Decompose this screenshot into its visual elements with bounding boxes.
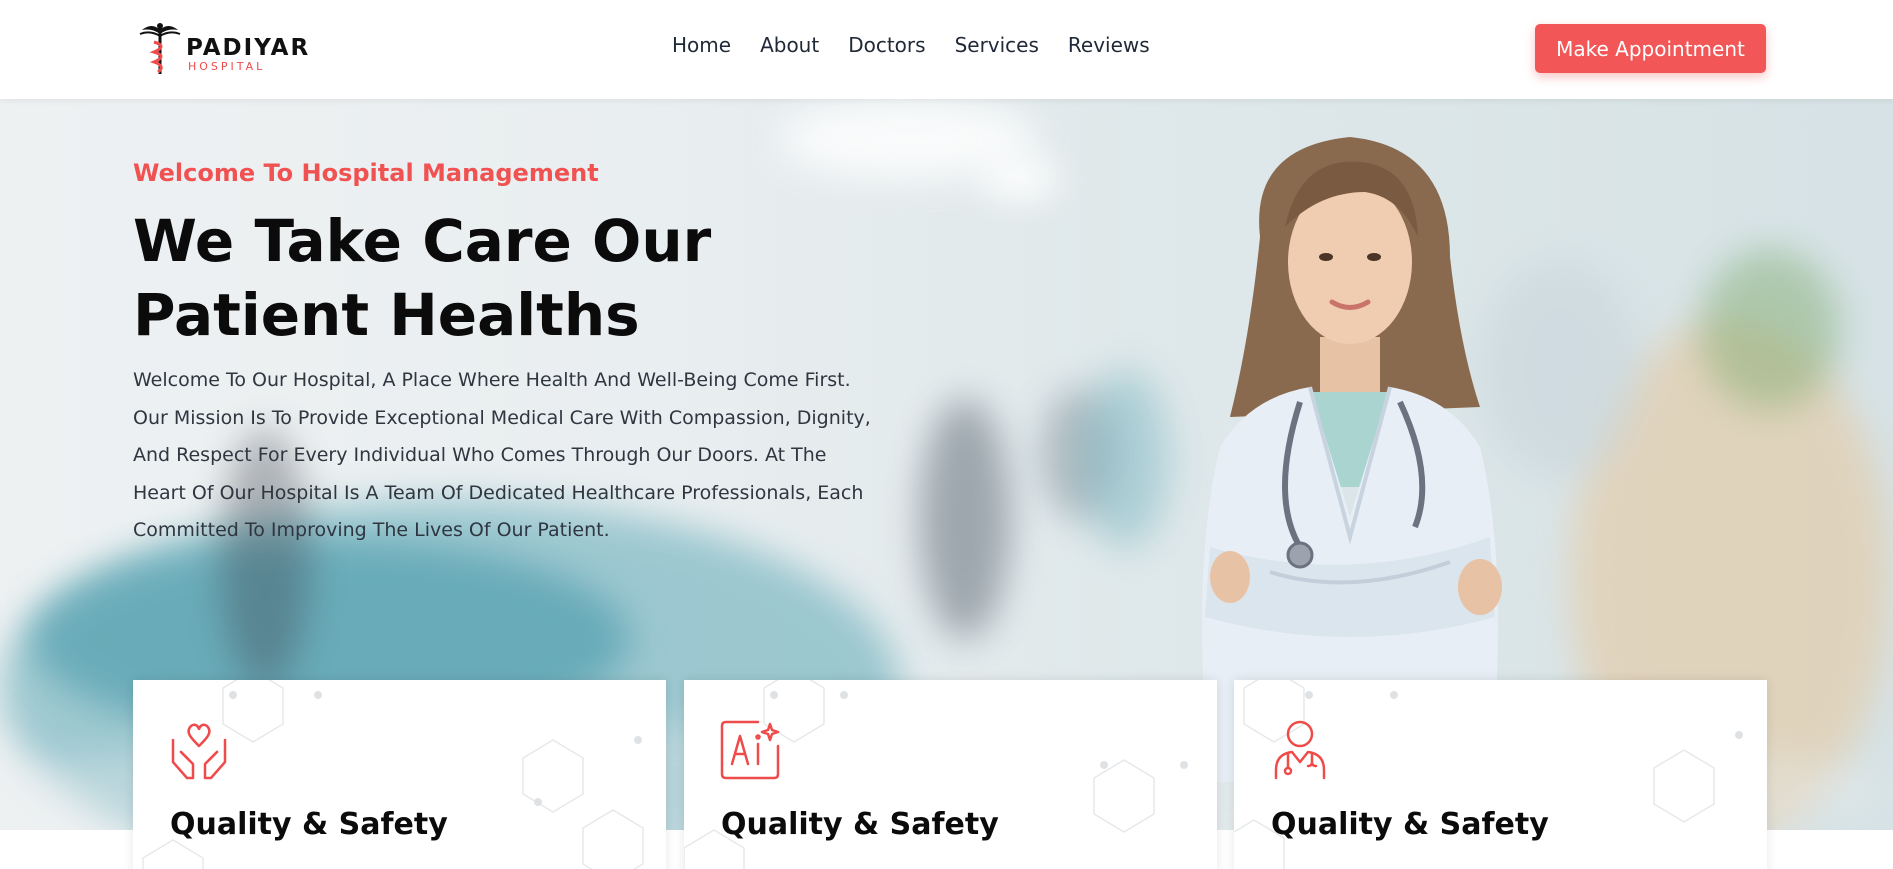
nav-reviews[interactable]: Reviews — [1068, 33, 1150, 57]
hero-welcome-text: Welcome To Hospital Management — [133, 159, 599, 187]
hero-headline: We Take Care Our Patient Healths — [133, 204, 833, 352]
logo-wordmark: PADIYAR — [186, 35, 311, 61]
nav-about[interactable]: About — [760, 33, 819, 57]
site-header: PADIYAR HOSPITAL Home About Doctors Serv… — [0, 0, 1893, 99]
hero-headline-line-2: Patient Healths — [133, 281, 640, 349]
card-title: Quality & Safety — [170, 807, 448, 842]
feature-card-2[interactable]: Quality & Safety — [684, 680, 1217, 869]
feature-card-1[interactable]: Quality & Safety — [133, 680, 666, 869]
feature-card-3[interactable]: Quality & Safety — [1234, 680, 1767, 869]
ai-icon — [720, 720, 780, 780]
doctor-icon — [1274, 720, 1326, 780]
logo-subtitle: HOSPITAL — [188, 60, 266, 73]
hero-description: Welcome To Our Hospital, A Place Where H… — [133, 369, 871, 542]
card-title: Quality & Safety — [721, 807, 999, 842]
nav-services[interactable]: Services — [955, 33, 1039, 57]
main-nav: Home About Doctors Services Reviews — [672, 33, 1179, 57]
nav-doctors[interactable]: Doctors — [848, 33, 925, 57]
hospital-logo[interactable]: PADIYAR HOSPITAL — [138, 18, 318, 78]
make-appointment-button[interactable]: Make Appointment — [1535, 24, 1766, 73]
hero-headline-line-1: We Take Care Our — [133, 207, 712, 275]
caduceus-icon — [139, 23, 181, 74]
card-title: Quality & Safety — [1271, 807, 1549, 842]
heart-hands-icon — [171, 723, 227, 780]
nav-home[interactable]: Home — [672, 33, 731, 57]
